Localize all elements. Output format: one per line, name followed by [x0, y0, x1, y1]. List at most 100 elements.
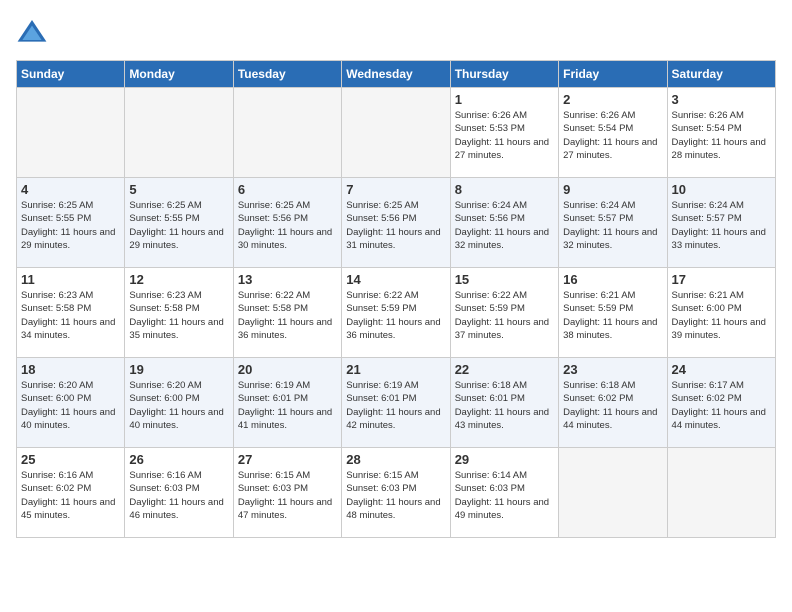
day-number: 12: [129, 272, 228, 287]
day-number: 2: [563, 92, 662, 107]
day-cell: 22 Sunrise: 6:18 AMSunset: 6:01 PMDayligh…: [450, 358, 558, 448]
calendar-table: SundayMondayTuesdayWednesdayThursdayFrid…: [16, 60, 776, 538]
week-row-2: 4Sunrise: 6:25 AMSunset: 5:55 PMDaylight…: [17, 178, 776, 268]
day-number: 3: [672, 92, 771, 107]
day-cell: 10 Sunrise: 6:24 AMSunset: 5:57 PMDayligh…: [667, 178, 775, 268]
day-cell: 29 Sunrise: 6:14 AMSunset: 6:03 PMDayligh…: [450, 448, 558, 538]
day-cell: 28 Sunrise: 6:15 AMSunset: 6:03 PMDayligh…: [342, 448, 450, 538]
day-cell: 21 Sunrise: 6:19 AMSunset: 6:01 PMDayligh…: [342, 358, 450, 448]
day-cell: 27 Sunrise: 6:15 AMSunset: 6:03 PMDayligh…: [233, 448, 341, 538]
logo: [16, 16, 52, 48]
day-number: 7: [346, 182, 445, 197]
day-cell: 25Sunrise: 6:16 AMSunset: 6:02 PMDayligh…: [17, 448, 125, 538]
day-cell: 11 Sunrise: 6:23 AMSunset: 5:58 PMDayligh…: [17, 268, 125, 358]
day-cell: [342, 88, 450, 178]
day-info: Sunrise: 6:17 AMSunset: 6:02 PMDaylight:…: [672, 379, 771, 432]
day-number: 29: [455, 452, 554, 467]
day-cell: 1 Sunrise: 6:26 AMSunset: 5:53 PMDaylight…: [450, 88, 558, 178]
day-info: Sunrise: 6:19 AMSunset: 6:01 PMDaylight:…: [238, 379, 337, 432]
day-cell: 16 Sunrise: 6:21 AMSunset: 5:59 PMDayligh…: [559, 268, 667, 358]
col-header-thursday: Thursday: [450, 61, 558, 88]
day-cell: [17, 88, 125, 178]
week-row-4: 18 Sunrise: 6:20 AMSunset: 6:00 PMDayligh…: [17, 358, 776, 448]
day-info: Sunrise: 6:25 AMSunset: 5:56 PMDaylight:…: [346, 199, 445, 252]
day-info: Sunrise: 6:15 AMSunset: 6:03 PMDaylight:…: [346, 469, 445, 522]
calendar-header: SundayMondayTuesdayWednesdayThursdayFrid…: [17, 61, 776, 88]
day-number: 18: [21, 362, 120, 377]
header-row: SundayMondayTuesdayWednesdayThursdayFrid…: [17, 61, 776, 88]
day-number: 5: [129, 182, 228, 197]
week-row-5: 25Sunrise: 6:16 AMSunset: 6:02 PMDayligh…: [17, 448, 776, 538]
col-header-wednesday: Wednesday: [342, 61, 450, 88]
logo-icon: [16, 16, 48, 48]
day-cell: 14 Sunrise: 6:22 AMSunset: 5:59 PMDayligh…: [342, 268, 450, 358]
day-number: 1: [455, 92, 554, 107]
day-number: 28: [346, 452, 445, 467]
day-number: 27: [238, 452, 337, 467]
col-header-sunday: Sunday: [17, 61, 125, 88]
day-info: Sunrise: 6:15 AMSunset: 6:03 PMDaylight:…: [238, 469, 337, 522]
day-info: Sunrise: 6:25 AMSunset: 5:55 PMDaylight:…: [21, 199, 120, 252]
day-info: Sunrise: 6:26 AMSunset: 5:54 PMDaylight:…: [563, 109, 662, 162]
col-header-saturday: Saturday: [667, 61, 775, 88]
day-info: Sunrise: 6:25 AMSunset: 5:56 PMDaylight:…: [238, 199, 337, 252]
day-info: Sunrise: 6:25 AMSunset: 5:55 PMDaylight:…: [129, 199, 228, 252]
day-info: Sunrise: 6:23 AMSunset: 5:58 PMDaylight:…: [21, 289, 120, 342]
day-number: 22: [455, 362, 554, 377]
day-cell: 20 Sunrise: 6:19 AMSunset: 6:01 PMDayligh…: [233, 358, 341, 448]
day-number: 21: [346, 362, 445, 377]
day-info: Sunrise: 6:26 AMSunset: 5:54 PMDaylight:…: [672, 109, 771, 162]
header: [16, 16, 776, 48]
day-number: 17: [672, 272, 771, 287]
day-info: Sunrise: 6:24 AMSunset: 5:57 PMDaylight:…: [563, 199, 662, 252]
day-cell: 17Sunrise: 6:21 AMSunset: 6:00 PMDayligh…: [667, 268, 775, 358]
day-cell: 3 Sunrise: 6:26 AMSunset: 5:54 PMDaylight…: [667, 88, 775, 178]
day-cell: 18 Sunrise: 6:20 AMSunset: 6:00 PMDayligh…: [17, 358, 125, 448]
day-cell: 13Sunrise: 6:22 AMSunset: 5:58 PMDayligh…: [233, 268, 341, 358]
day-number: 16: [563, 272, 662, 287]
day-cell: 5 Sunrise: 6:25 AMSunset: 5:55 PMDaylight…: [125, 178, 233, 268]
day-info: Sunrise: 6:21 AMSunset: 5:59 PMDaylight:…: [563, 289, 662, 342]
day-cell: 7 Sunrise: 6:25 AMSunset: 5:56 PMDaylight…: [342, 178, 450, 268]
day-number: 14: [346, 272, 445, 287]
day-cell: 12 Sunrise: 6:23 AMSunset: 5:58 PMDayligh…: [125, 268, 233, 358]
day-info: Sunrise: 6:24 AMSunset: 5:57 PMDaylight:…: [672, 199, 771, 252]
day-info: Sunrise: 6:20 AMSunset: 6:00 PMDaylight:…: [129, 379, 228, 432]
day-info: Sunrise: 6:22 AMSunset: 5:59 PMDaylight:…: [346, 289, 445, 342]
day-number: 8: [455, 182, 554, 197]
day-cell: 24 Sunrise: 6:17 AMSunset: 6:02 PMDayligh…: [667, 358, 775, 448]
day-cell: [233, 88, 341, 178]
day-cell: 9Sunrise: 6:24 AMSunset: 5:57 PMDaylight…: [559, 178, 667, 268]
day-number: 10: [672, 182, 771, 197]
col-header-monday: Monday: [125, 61, 233, 88]
day-info: Sunrise: 6:24 AMSunset: 5:56 PMDaylight:…: [455, 199, 554, 252]
day-cell: 6 Sunrise: 6:25 AMSunset: 5:56 PMDaylight…: [233, 178, 341, 268]
day-info: Sunrise: 6:20 AMSunset: 6:00 PMDaylight:…: [21, 379, 120, 432]
day-cell: 8 Sunrise: 6:24 AMSunset: 5:56 PMDaylight…: [450, 178, 558, 268]
day-number: 24: [672, 362, 771, 377]
day-info: Sunrise: 6:22 AMSunset: 5:59 PMDaylight:…: [455, 289, 554, 342]
week-row-3: 11 Sunrise: 6:23 AMSunset: 5:58 PMDayligh…: [17, 268, 776, 358]
day-info: Sunrise: 6:23 AMSunset: 5:58 PMDaylight:…: [129, 289, 228, 342]
day-info: Sunrise: 6:14 AMSunset: 6:03 PMDaylight:…: [455, 469, 554, 522]
col-header-tuesday: Tuesday: [233, 61, 341, 88]
day-info: Sunrise: 6:18 AMSunset: 6:01 PMDaylight:…: [455, 379, 554, 432]
day-cell: 23Sunrise: 6:18 AMSunset: 6:02 PMDayligh…: [559, 358, 667, 448]
day-cell: [667, 448, 775, 538]
day-cell: 26Sunrise: 6:16 AMSunset: 6:03 PMDayligh…: [125, 448, 233, 538]
day-number: 6: [238, 182, 337, 197]
day-cell: 2 Sunrise: 6:26 AMSunset: 5:54 PMDaylight…: [559, 88, 667, 178]
day-number: 11: [21, 272, 120, 287]
day-number: 25: [21, 452, 120, 467]
day-cell: [125, 88, 233, 178]
day-number: 13: [238, 272, 337, 287]
day-number: 19: [129, 362, 228, 377]
col-header-friday: Friday: [559, 61, 667, 88]
day-info: Sunrise: 6:16 AMSunset: 6:03 PMDaylight:…: [129, 469, 228, 522]
day-cell: [559, 448, 667, 538]
day-number: 15: [455, 272, 554, 287]
day-info: Sunrise: 6:18 AMSunset: 6:02 PMDaylight:…: [563, 379, 662, 432]
day-info: Sunrise: 6:26 AMSunset: 5:53 PMDaylight:…: [455, 109, 554, 162]
day-number: 20: [238, 362, 337, 377]
day-info: Sunrise: 6:19 AMSunset: 6:01 PMDaylight:…: [346, 379, 445, 432]
